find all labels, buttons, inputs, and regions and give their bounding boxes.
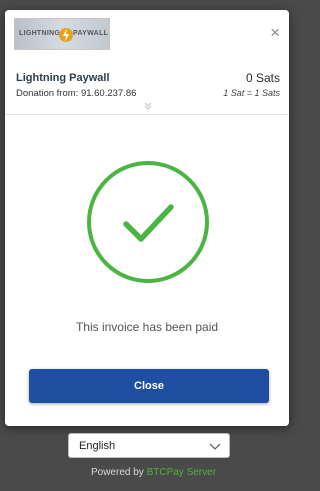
close-button[interactable]: Close (29, 369, 269, 403)
invoice-body: This invoice has been paid Close (5, 115, 289, 426)
close-icon[interactable]: × (270, 24, 280, 41)
chevron-down-icon (209, 443, 221, 450)
logo-text-right: PAYWALL (73, 30, 109, 37)
language-select[interactable]: English (68, 433, 230, 458)
powered-prefix: Powered by (90, 467, 147, 478)
btcpay-link[interactable]: BTCPay Server (147, 467, 216, 478)
invoice-total: 0 Sats (245, 71, 280, 85)
bolt-icon (59, 28, 73, 42)
item-title: Lightning Paywall (16, 72, 110, 84)
invoice-header: LIGHTNING PAYWALL × Lightning Paywall Do… (5, 10, 289, 115)
store-logo: LIGHTNING PAYWALL (14, 18, 110, 50)
chevron-down-icon[interactable] (143, 101, 153, 111)
logo-text-left: LIGHTNING (19, 30, 61, 37)
item-subtitle: Donation from: 91.60.237.86 (16, 88, 137, 99)
powered-by: Powered by BTCPay Server (0, 467, 307, 478)
status-message: This invoice has been paid (75, 320, 219, 334)
invoice-modal: LIGHTNING PAYWALL × Lightning Paywall Do… (5, 10, 289, 426)
language-selected: English (79, 440, 116, 452)
exchange-rate: 1 Sat = 1 Sats (223, 88, 280, 98)
check-circle-icon (87, 161, 209, 283)
